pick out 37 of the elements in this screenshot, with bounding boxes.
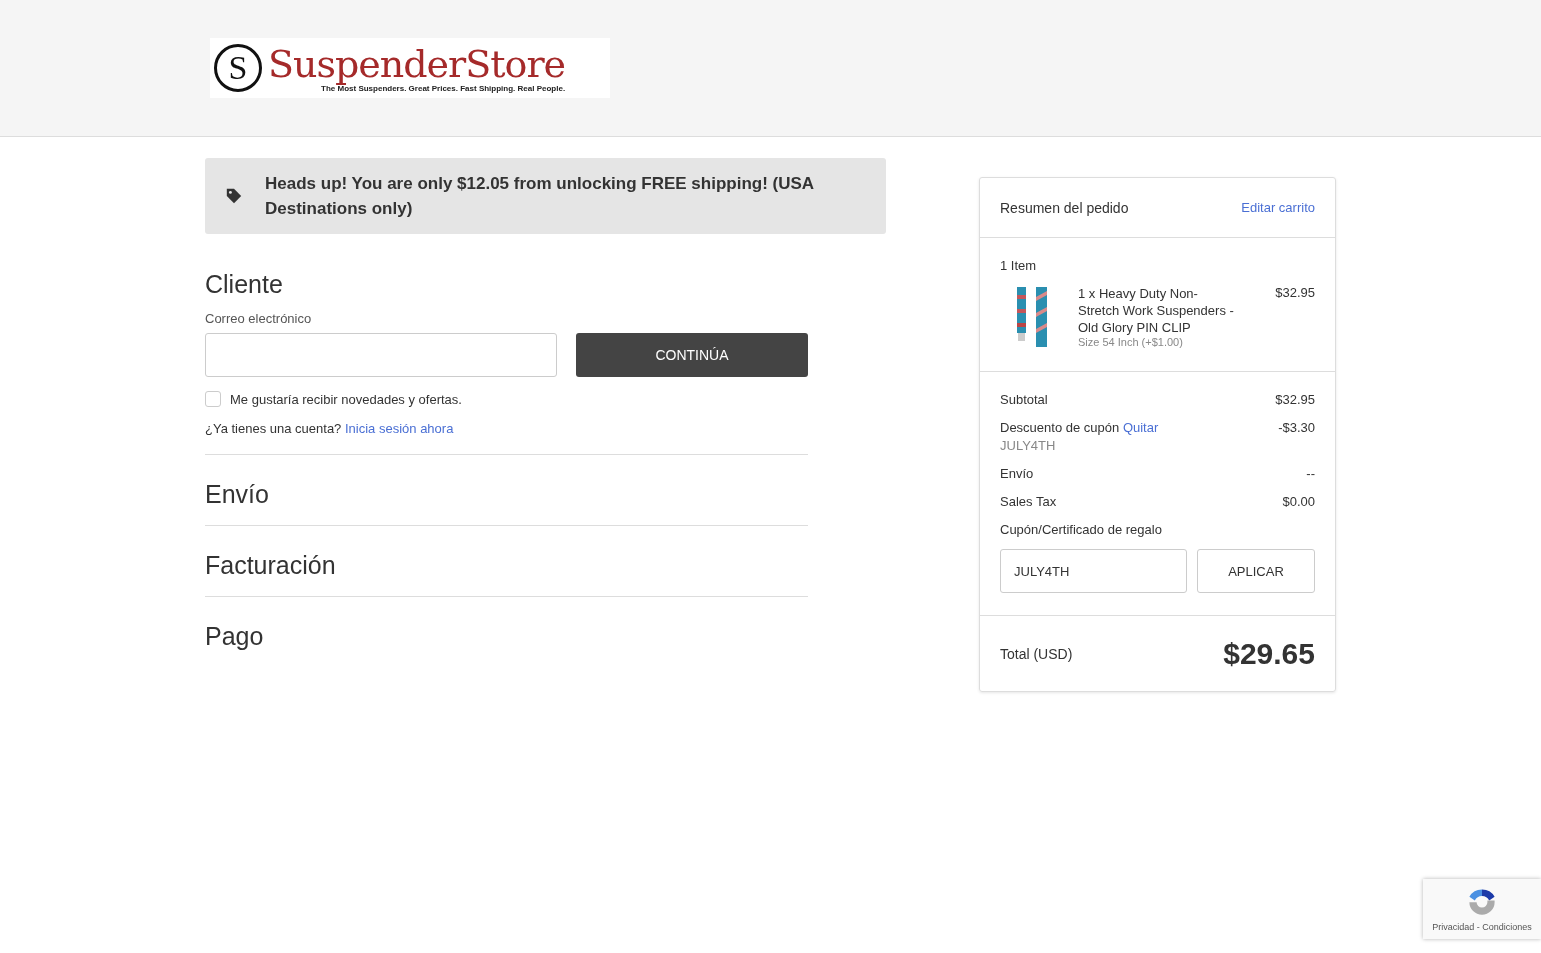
line-label: Descuento de cupón xyxy=(1000,420,1120,435)
item-price: $32.95 xyxy=(1275,285,1315,302)
total-value: $29.65 xyxy=(1223,636,1315,671)
apply-button[interactable]: APLICAR xyxy=(1197,549,1315,593)
line-value: -- xyxy=(1306,466,1315,481)
line-label: Envío xyxy=(1000,466,1034,481)
item-option: Size 54 Inch (+$1.00) xyxy=(1078,336,1262,348)
line-value: $32.95 xyxy=(1275,392,1315,407)
banner-text: Heads up! You are only $12.05 from unlocking FREE shipping! (USA Destinations only) xyxy=(265,173,815,220)
continue-button[interactable]: CONTINÚA xyxy=(576,333,808,377)
logo-mark: S xyxy=(214,44,262,92)
account-prompt: ¿Ya tienes una cuenta? xyxy=(205,421,342,436)
section-heading: Envío xyxy=(205,480,270,509)
section-heading: Facturación xyxy=(205,551,337,580)
total-label: Total (USD) xyxy=(1000,645,1073,662)
coupon-label: Cupón/Certificado de regalo xyxy=(1000,522,1163,537)
section-heading: Cliente xyxy=(205,270,284,299)
recaptcha-links[interactable]: Privacidad - Condiciones xyxy=(1432,922,1532,932)
checkbox-label: Me gustaría recibir novedades y ofertas. xyxy=(230,391,462,407)
line-value: -$3.30 xyxy=(1278,420,1315,437)
item-count: 1 Item xyxy=(1000,257,1038,275)
coupon-field[interactable]: JULY4TH xyxy=(1000,549,1187,593)
sign-in-link[interactable]: Inicia sesión ahora xyxy=(345,421,454,436)
line-label: Subtotal xyxy=(1000,392,1048,407)
tag-icon xyxy=(225,187,243,205)
section-heading: Pago xyxy=(205,622,265,651)
summary-title: Resumen del pedido xyxy=(1000,199,1129,216)
logo-name: SuspenderStore xyxy=(268,43,566,84)
coupon-code: JULY4TH xyxy=(1000,438,1057,453)
field-label: Correo electrónico xyxy=(205,311,313,326)
item-name: 1 x Heavy Duty Non-Stretch Work Suspenders - Old Glory PIN CLIP xyxy=(1078,285,1235,336)
line-label: Sales Tax xyxy=(1000,494,1057,509)
checkbox[interactable] xyxy=(205,391,221,407)
line-value: $0.00 xyxy=(1282,494,1315,509)
remove-link[interactable]: Quitar xyxy=(1122,420,1159,435)
edit-cart-link[interactable]: Editar carrito xyxy=(1241,200,1315,215)
email-field[interactable] xyxy=(205,333,557,377)
